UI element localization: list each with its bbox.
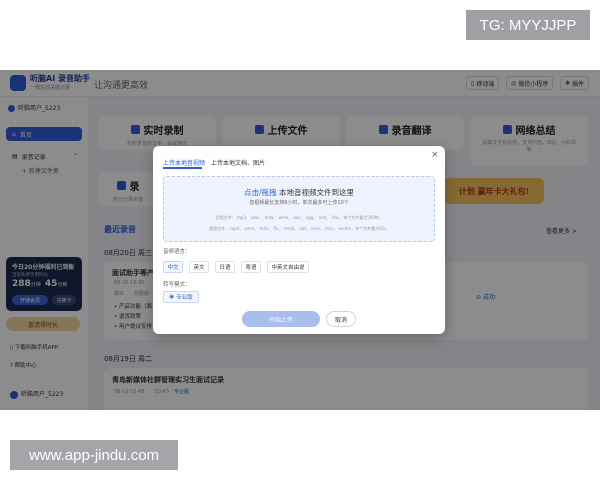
language-japanese[interactable]: 日语 bbox=[215, 261, 235, 273]
start-upload-button[interactable]: 开始上传 bbox=[242, 311, 320, 327]
active-tab-indicator bbox=[163, 167, 202, 169]
watermark-top-right: TG: MYYJJPP bbox=[466, 10, 590, 40]
language-label: 音频语言： bbox=[163, 249, 191, 255]
audio-formats: 音频文件：.mp3、.wav、.m4a、.wma、.aac、.ogg、.amr、… bbox=[215, 215, 383, 220]
drop-zone[interactable]: 点击/拖拽 本地音视频文件到这里 音视频最长支持6小时，单次最多可上传10个 音… bbox=[163, 176, 435, 242]
language-mixed[interactable]: 中英文自由说 bbox=[267, 261, 309, 273]
pro-icon: ◉ bbox=[169, 294, 175, 300]
language-english[interactable]: 英文 bbox=[189, 261, 209, 273]
video-formats: 视频文件：.mp4、.wmv、.m4v、.flv、.rmvb、.dat、.mov… bbox=[209, 226, 389, 231]
language-chinese[interactable]: 中文 bbox=[163, 261, 183, 273]
watermark-bottom-left: www.app-jindu.com bbox=[10, 440, 178, 470]
close-icon[interactable]: × bbox=[431, 150, 439, 160]
upload-dialog: 上传本地音视频 上传本地文档、图片 × 点击/拖拽 本地音视频文件到这里 音视频… bbox=[153, 146, 445, 334]
drop-title: 点击/拖拽 本地音视频文件到这里 bbox=[244, 188, 354, 197]
cancel-button[interactable]: 取消 bbox=[326, 311, 356, 327]
drop-subtitle: 音视频最长支持6小时，单次最多可上传10个 bbox=[249, 200, 349, 206]
tab-upload-docs[interactable]: 上传本地文档、图片 bbox=[211, 158, 265, 167]
tab-upload-media[interactable]: 上传本地音视频 bbox=[163, 158, 205, 167]
mode-label: 转写模式： bbox=[163, 282, 191, 288]
mode-pro[interactable]: ◉ 专业版 bbox=[163, 291, 199, 303]
language-cantonese[interactable]: 粤语 bbox=[241, 261, 261, 273]
